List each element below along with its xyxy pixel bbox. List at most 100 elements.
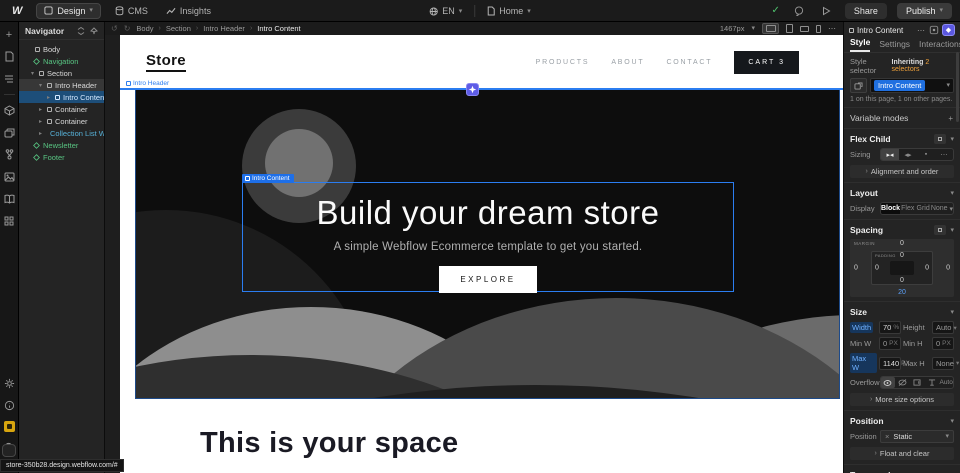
variables-icon[interactable] bbox=[3, 126, 16, 139]
caret-collapsed-icon[interactable]: ▸ bbox=[45, 94, 52, 101]
components-icon[interactable] bbox=[3, 104, 16, 117]
collapse-all-icon[interactable] bbox=[77, 27, 85, 35]
pin-icon[interactable] bbox=[90, 27, 98, 35]
breadcrumb-intro-content[interactable]: Intro Content bbox=[257, 24, 300, 33]
overflow-scroll-option[interactable] bbox=[910, 377, 924, 388]
selector-state-button[interactable] bbox=[850, 78, 867, 93]
padding-right-value[interactable]: 0 bbox=[925, 265, 929, 272]
tree-item-navigation[interactable]: Navigation bbox=[19, 55, 104, 67]
tree-item-container[interactable]: ▸ Container bbox=[19, 103, 104, 115]
class-selector-input[interactable]: Intro Content ▾ bbox=[870, 78, 954, 93]
width-unit[interactable]: % bbox=[893, 324, 899, 331]
chevron-down-icon[interactable]: ▾ bbox=[950, 136, 954, 143]
breadcrumb-section[interactable]: Section bbox=[166, 24, 191, 33]
min-height-unit[interactable]: PX bbox=[942, 340, 951, 347]
overflow-clip-option[interactable] bbox=[925, 377, 939, 388]
site-header[interactable]: Store PRODUCTS ABOUT CONTACT CART 3 bbox=[120, 35, 825, 89]
redo-icon[interactable]: ↻ bbox=[124, 24, 131, 33]
alert-badge-icon[interactable] bbox=[4, 421, 15, 432]
caret-collapsed-icon[interactable]: ▸ bbox=[37, 106, 44, 113]
component-create-icon[interactable] bbox=[929, 25, 939, 35]
tree-item-intro-header[interactable]: ▾ Intro Header bbox=[19, 79, 104, 91]
interactions-icon[interactable] bbox=[3, 148, 16, 161]
chevron-down-icon[interactable]: ▾ bbox=[950, 309, 954, 316]
more-breakpoints-icon[interactable]: ⋯ bbox=[828, 24, 837, 33]
publish-button[interactable]: Publish ▾ bbox=[897, 3, 952, 19]
sizing-shrink-option[interactable]: ▸◂ bbox=[881, 149, 899, 160]
display-none-option[interactable]: None ▾ bbox=[931, 203, 953, 214]
design-mode-button[interactable]: Design ▾ bbox=[36, 3, 101, 19]
alignment-order-button[interactable]: › Alignment and order bbox=[850, 165, 954, 178]
navigator-icon[interactable] bbox=[3, 72, 16, 85]
tree-item-footer[interactable]: Footer bbox=[19, 151, 104, 163]
tree-item-container[interactable]: ▸ Container bbox=[19, 115, 104, 127]
float-clear-button[interactable]: › Float and clear bbox=[850, 447, 954, 460]
breakpoint-desktop[interactable] bbox=[762, 23, 779, 34]
help-icon[interactable] bbox=[3, 399, 16, 412]
next-section-title[interactable]: This is your space bbox=[200, 427, 458, 460]
hero-title[interactable]: Build your dream store bbox=[317, 195, 660, 231]
breakpoint-mobile-landscape[interactable] bbox=[800, 26, 809, 32]
apps-icon[interactable] bbox=[3, 214, 16, 227]
caret-expanded-icon[interactable]: ▾ bbox=[37, 82, 44, 89]
sizing-grow-option[interactable]: ◂▸ bbox=[899, 149, 917, 160]
sizing-more-option[interactable]: ⋯ bbox=[935, 149, 953, 160]
max-width-input[interactable]: 1140PX bbox=[879, 357, 901, 370]
min-height-input[interactable]: 0PX bbox=[932, 337, 954, 350]
margin-left-value[interactable]: 0 bbox=[854, 265, 858, 272]
site-logo[interactable]: Store bbox=[146, 52, 186, 71]
pages-icon[interactable] bbox=[3, 50, 16, 63]
nav-link-contact[interactable]: CONTACT bbox=[666, 59, 712, 66]
add-element-icon[interactable]: + bbox=[3, 28, 16, 41]
webflow-logo-icon[interactable]: W bbox=[8, 5, 26, 17]
spacing-editor[interactable]: MARGIN 0 0 0 20 PADDING 0 0 0 0 bbox=[850, 239, 954, 297]
intro-header-tag[interactable]: Intro Header bbox=[124, 80, 171, 87]
hero-subtitle[interactable]: A simple Webflow Ecommerce template to g… bbox=[334, 241, 643, 253]
explore-button[interactable]: EXPLORE bbox=[439, 266, 536, 293]
margin-bottom-value[interactable]: 20 bbox=[850, 289, 954, 296]
padding-top-value[interactable]: 0 bbox=[872, 252, 932, 259]
inheriting-status[interactable]: Inheriting 2 selectors bbox=[892, 59, 954, 73]
overflow-hidden-option[interactable] bbox=[896, 377, 910, 388]
width-input[interactable]: 70% bbox=[879, 321, 901, 334]
tree-item-intro-content[interactable]: ▸ Intro Content bbox=[19, 91, 104, 103]
max-height-input[interactable]: None▾ bbox=[932, 357, 954, 370]
tree-item-newsletter[interactable]: Newsletter bbox=[19, 139, 104, 151]
display-flex-option[interactable]: Flex bbox=[900, 203, 915, 214]
settings-icon[interactable] bbox=[3, 377, 16, 390]
libraries-icon[interactable] bbox=[3, 192, 16, 205]
display-grid-option[interactable]: Grid bbox=[915, 203, 930, 214]
overflow-visible-option[interactable] bbox=[881, 377, 895, 388]
share-button[interactable]: Share bbox=[845, 3, 887, 19]
page-preview[interactable]: Store PRODUCTS ABOUT CONTACT CART 3 bbox=[120, 35, 843, 473]
margin-right-value[interactable]: 0 bbox=[946, 265, 950, 272]
tab-interactions[interactable]: Interactions bbox=[919, 39, 960, 52]
preview-button[interactable] bbox=[818, 4, 835, 18]
position-dropdown[interactable]: × Static ▾ bbox=[880, 430, 954, 443]
cart-button[interactable]: CART 3 bbox=[734, 51, 799, 74]
padding-left-value[interactable]: 0 bbox=[875, 265, 879, 272]
help-widget[interactable] bbox=[2, 444, 16, 457]
nav-link-about[interactable]: ABOUT bbox=[611, 59, 644, 66]
intro-content-selection[interactable]: Intro Content Build your dream store A s… bbox=[242, 182, 734, 292]
chevron-down-icon[interactable]: ▾ bbox=[950, 190, 954, 197]
class-pill[interactable]: Intro Content bbox=[874, 80, 925, 91]
overflow-auto-option[interactable]: Auto bbox=[939, 377, 953, 388]
chevron-down-icon[interactable]: ▾ bbox=[950, 227, 954, 234]
min-width-input[interactable]: 0PX bbox=[879, 337, 901, 350]
caret-expanded-icon[interactable]: ▾ bbox=[29, 70, 36, 77]
padding-bottom-value[interactable]: 0 bbox=[872, 277, 932, 284]
breadcrumb-body[interactable]: Body bbox=[136, 24, 153, 33]
tree-item-collection-list[interactable]: ▸ Collection List Wra... bbox=[19, 127, 104, 139]
tree-item-body[interactable]: Body bbox=[19, 43, 104, 55]
height-input[interactable]: Auto▾ bbox=[932, 321, 954, 334]
language-selector[interactable]: EN ▾ bbox=[425, 4, 466, 18]
tree-item-section[interactable]: ▾ Section bbox=[19, 67, 104, 79]
nav-link-products[interactable]: PRODUCTS bbox=[536, 59, 590, 66]
section-drag-handle[interactable] bbox=[466, 83, 479, 96]
min-width-unit[interactable]: PX bbox=[889, 340, 898, 347]
undo-icon[interactable]: ↺ bbox=[111, 24, 118, 33]
tab-settings[interactable]: Settings bbox=[879, 39, 910, 52]
page-selector[interactable]: Home ▾ bbox=[483, 4, 535, 18]
breakpoint-tablet[interactable] bbox=[786, 24, 793, 33]
